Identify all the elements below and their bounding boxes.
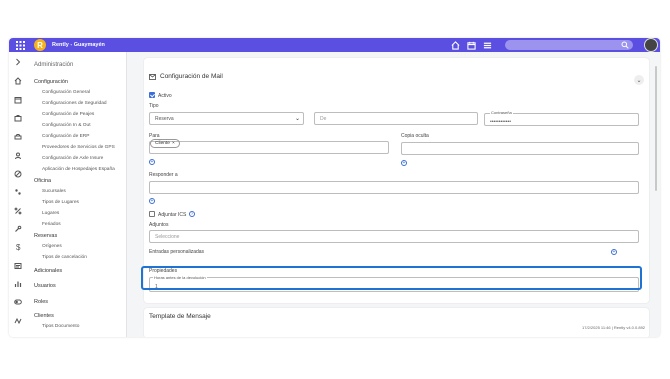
sidebar-item-usuarios[interactable]: Usuarios xyxy=(34,283,56,289)
scrollbar[interactable] xyxy=(655,66,657,191)
highlight-box xyxy=(141,266,642,290)
add-copia-oculta-button[interactable]: + xyxy=(401,160,407,166)
password-label: Contraseña xyxy=(490,110,513,115)
bar-chart-icon[interactable] xyxy=(13,279,23,289)
svg-text:$: $ xyxy=(16,243,21,251)
sidebar-subitem[interactable]: Configuración de Peajes xyxy=(42,112,94,117)
sidebar-subitem[interactable]: Aplicación de Hospedajes España xyxy=(42,167,115,172)
user-icon[interactable] xyxy=(13,151,23,161)
password-value: •••••••••••• xyxy=(490,119,512,125)
template-card: Template de Mensaje xyxy=(144,308,649,337)
help-icon[interactable]: ? xyxy=(189,211,195,217)
sidebar-subitem[interactable]: Proveedores de Servicios de GPS xyxy=(42,145,115,150)
app-window: R Rently - Guaymayén $ Administración Co… xyxy=(9,38,660,337)
copia-oculta-label: Copia oculta xyxy=(401,133,429,139)
adjuntar-ics-checkbox[interactable] xyxy=(149,211,155,217)
chevron-down-icon: ⌄ xyxy=(294,116,300,122)
sidebar-item-roles[interactable]: Roles xyxy=(34,299,48,305)
sidebar-subitem[interactable]: Configuraciones de Seguridad xyxy=(42,101,107,106)
copia-oculta-input[interactable] xyxy=(401,142,639,155)
para-chip[interactable]: Cliente × xyxy=(150,139,180,148)
percent-icon[interactable] xyxy=(13,206,23,216)
id-card-icon[interactable] xyxy=(13,261,23,271)
sidebar-item-reservas[interactable]: Reservas xyxy=(34,233,57,239)
main-content: Configuración de Mail ⌄ Activo Tipo Rese… xyxy=(136,52,660,337)
para-chip-label: Cliente xyxy=(155,141,170,146)
sidebar-subitem[interactable]: Tipos de Lugares xyxy=(42,200,79,205)
sidebar-subitem[interactable]: Lugares xyxy=(42,211,59,216)
briefcase-icon[interactable] xyxy=(13,113,23,123)
footer-status: 17/2/2025 11:46 | Rently v4.0.0.892 xyxy=(582,325,646,330)
menu-icon[interactable] xyxy=(482,40,492,50)
sidebar-section-admin: Administración xyxy=(34,62,74,68)
responder-input[interactable] xyxy=(149,181,639,194)
wave-icon[interactable] xyxy=(13,316,23,326)
top-bar: R Rently - Guaymayén xyxy=(9,38,660,52)
sidebar-subitem[interactable]: Tipos Documento xyxy=(42,324,79,329)
home-icon[interactable] xyxy=(450,40,460,50)
chevron-right-icon[interactable] xyxy=(13,57,23,67)
de-input[interactable]: De xyxy=(314,112,478,125)
responder-label: Responder a xyxy=(149,172,178,178)
dollar-icon[interactable]: $ xyxy=(13,242,23,252)
template-title: Template de Mensaje xyxy=(149,313,211,320)
app-logo[interactable]: R xyxy=(34,39,46,51)
adjuntos-label: Adjuntos xyxy=(149,222,169,228)
entradas-label: Entradas personalizadas xyxy=(149,249,205,255)
sidebar-nav: Administración Configuración Configuraci… xyxy=(34,52,126,337)
search-icon xyxy=(621,41,629,49)
mail-icon xyxy=(149,73,156,80)
toggle-icon[interactable] xyxy=(13,297,23,307)
swap-users-icon[interactable] xyxy=(13,187,23,197)
sidebar-subitem[interactable]: Configuración General xyxy=(42,90,90,95)
sidebar-item-clientes[interactable]: Clientes xyxy=(34,313,54,319)
home-icon[interactable] xyxy=(13,76,23,86)
search-input[interactable] xyxy=(505,40,633,50)
tipo-value: Reserva xyxy=(155,116,174,122)
sidebar-rail: $ xyxy=(9,52,27,337)
card-title: Configuración de Mail xyxy=(149,73,223,80)
add-responder-button[interactable]: + xyxy=(149,198,155,204)
user-avatar[interactable] xyxy=(644,38,658,52)
car-icon[interactable] xyxy=(13,132,23,142)
card-title-text: Configuración de Mail xyxy=(160,73,223,80)
app-title: Rently - Guaymayén xyxy=(52,42,105,48)
sidebar-subitem[interactable]: Sucursales xyxy=(42,189,66,194)
sidebar-subitem[interactable]: Feriados xyxy=(42,222,61,227)
add-para-button[interactable]: + xyxy=(149,159,155,165)
add-entrada-button[interactable]: + xyxy=(611,249,617,255)
tipo-label: Tipo xyxy=(149,103,159,109)
calendar-icon[interactable] xyxy=(466,40,476,50)
sidebar-item-adicionales[interactable]: Adicionales xyxy=(34,268,62,274)
sidebar-subitem[interactable]: Configuración de ERP xyxy=(42,134,89,139)
apps-grid-icon[interactable] xyxy=(13,38,27,52)
tipo-select[interactable]: Reserva ⌄ xyxy=(149,112,304,125)
adjuntos-select[interactable]: Seleccione xyxy=(149,230,639,243)
activo-label: Activo xyxy=(158,93,172,99)
sidebar-subitem[interactable]: Configuración In & Out xyxy=(42,123,91,128)
calendar-icon[interactable] xyxy=(13,95,23,105)
para-input[interactable] xyxy=(149,141,389,154)
sidebar: $ Administración Configuración Configura… xyxy=(9,52,127,337)
sidebar-subitem[interactable]: Tipos de cancelación xyxy=(42,255,87,260)
close-icon[interactable]: × xyxy=(172,141,175,146)
chevron-down-icon: ⌄ xyxy=(636,77,642,84)
adjuntar-ics-label: Adjuntar ICS xyxy=(158,212,187,218)
sidebar-subitem[interactable]: Orígenes xyxy=(42,244,62,249)
collapse-button[interactable]: ⌄ xyxy=(634,75,644,85)
sidebar-item-configuracion[interactable]: Configuración xyxy=(34,79,68,85)
activo-checkbox[interactable] xyxy=(149,92,155,98)
block-icon[interactable] xyxy=(13,169,23,179)
sidebar-item-oficina[interactable]: Oficina xyxy=(34,178,51,184)
sidebar-subitem[interactable]: Configuración de Axle Insure xyxy=(42,156,103,161)
wrench-icon[interactable] xyxy=(13,224,23,234)
